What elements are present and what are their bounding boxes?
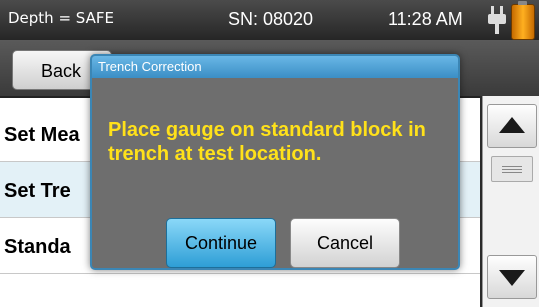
clock: 11:28 AM (388, 9, 463, 29)
plug-icon (488, 6, 506, 34)
scroll-down-button[interactable] (487, 255, 537, 299)
depth-status: Depth = SAFE (8, 9, 114, 27)
serial-number: SN: 08020 (228, 9, 314, 29)
chevron-up-icon (499, 117, 525, 133)
scroll-up-button[interactable] (487, 104, 537, 148)
status-bar: Depth = SAFE SN: 08020 11:28 AM (0, 0, 539, 40)
cancel-button[interactable]: Cancel (290, 218, 400, 268)
chevron-down-icon (499, 270, 525, 286)
continue-button[interactable]: Continue (166, 218, 276, 268)
scrollbar[interactable] (482, 96, 539, 307)
battery-icon (511, 1, 535, 40)
trench-correction-dialog: Trench Correction Place gauge on standar… (90, 54, 460, 270)
scroll-thumb[interactable] (491, 156, 533, 182)
dialog-title: Trench Correction (92, 56, 458, 78)
dialog-message: Place gauge on standard block in trench … (108, 119, 426, 165)
